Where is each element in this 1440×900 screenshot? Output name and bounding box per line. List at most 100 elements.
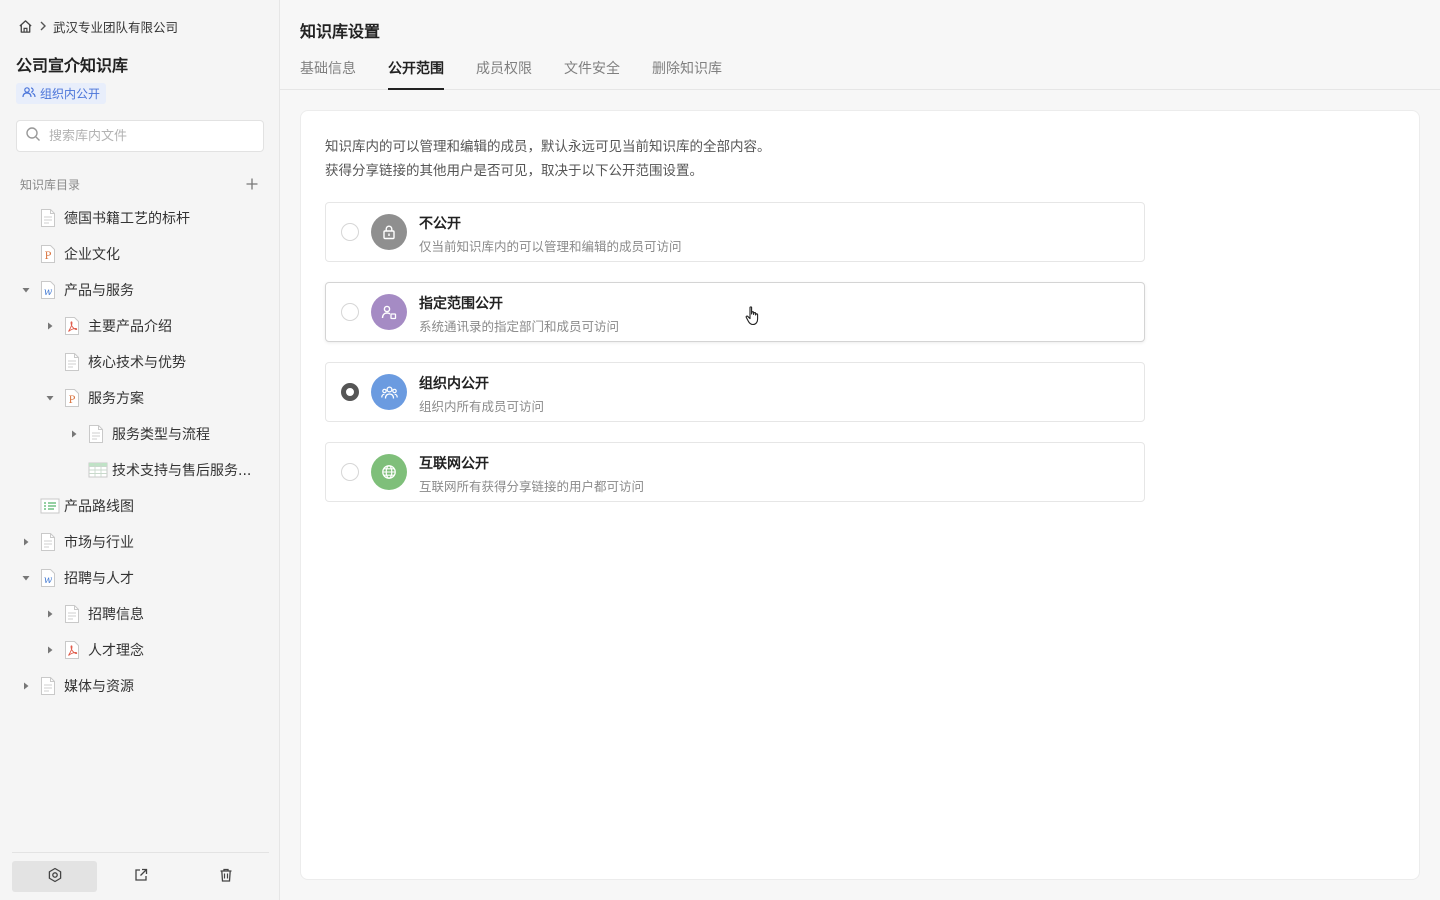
option-specified-range[interactable]: 指定范围公开 系统通讯录的指定部门和成员可访问 <box>325 282 1145 342</box>
caret-right-icon[interactable] <box>20 680 32 692</box>
sidebar-bottom-bar <box>12 852 269 900</box>
caret-right-icon[interactable] <box>20 536 32 548</box>
tree-item[interactable]: 媒体与资源 <box>0 668 279 704</box>
tree-item-label: 市场与行业 <box>64 535 134 551</box>
caret-down-icon[interactable] <box>20 284 32 296</box>
caret-right-icon[interactable] <box>44 320 56 332</box>
tree-item[interactable]: w 产品与服务 <box>0 272 279 308</box>
pdf-icon <box>64 640 82 660</box>
tree-item[interactable]: 招聘信息 <box>0 596 279 632</box>
tree-item-label: 服务类型与流程 <box>112 427 210 443</box>
tree-item-label: 服务方案 <box>88 391 144 407</box>
tree-item[interactable]: 人才理念 <box>0 632 279 668</box>
settings-button[interactable] <box>12 861 97 892</box>
tree-item[interactable]: 产品路线图 <box>0 488 279 524</box>
tree-item[interactable]: 技术支持与售后服务... <box>0 452 279 488</box>
radio-internet-public[interactable] <box>341 463 359 481</box>
description-line: 知识库内的可以管理和编辑的成员，默认永远可见当前知识库的全部内容。 <box>325 139 771 155</box>
trash-button[interactable] <box>183 861 268 892</box>
tree-item-label: 产品与服务 <box>64 283 134 299</box>
option-subtitle: 仅当前知识库内的可以管理和编辑的成员可访问 <box>419 239 682 254</box>
tree-item[interactable]: 服务类型与流程 <box>0 416 279 452</box>
tree-item-label: 企业文化 <box>64 247 120 263</box>
doc-icon <box>64 352 82 372</box>
option-subtitle: 组织内所有成员可访问 <box>419 399 545 414</box>
svg-text:w: w <box>44 287 53 298</box>
hand-cursor-icon <box>745 306 761 330</box>
tab-delete-kb[interactable]: 删除知识库 <box>652 58 722 90</box>
doc-icon <box>40 676 58 696</box>
globe-icon <box>371 454 407 490</box>
option-title: 指定范围公开 <box>419 296 503 312</box>
tree-item[interactable]: 主要产品介绍 <box>0 308 279 344</box>
caret-down-icon[interactable] <box>20 572 32 584</box>
option-subtitle: 互联网所有获得分享链接的用户都可访问 <box>419 479 645 494</box>
tree-item-label: 招聘信息 <box>88 607 144 623</box>
option-title: 互联网公开 <box>419 456 489 472</box>
tree-item-label: 媒体与资源 <box>64 679 134 695</box>
tree-item-label: 招聘与人才 <box>64 571 134 587</box>
lock-icon <box>371 214 407 250</box>
tree-item-label: 主要产品介绍 <box>88 319 172 335</box>
breadcrumb-org[interactable]: 武汉专业团队有限公司 <box>53 17 178 36</box>
option-private[interactable]: 不公开 仅当前知识库内的可以管理和编辑的成员可访问 <box>325 202 1145 262</box>
option-internet-public[interactable]: 互联网公开 互联网所有获得分享链接的用户都可访问 <box>325 442 1145 502</box>
trash-icon <box>218 867 234 887</box>
settings-tabs: 基础信息 公开范围 成员权限 文件安全 删除知识库 <box>280 48 1440 90</box>
tree-item[interactable]: P 企业文化 <box>0 236 279 272</box>
doc-icon <box>40 208 58 228</box>
tab-basic-info[interactable]: 基础信息 <box>300 58 356 90</box>
chevron-right-icon <box>39 21 47 31</box>
option-org-public[interactable]: 组织内公开 组织内所有成员可访问 <box>325 362 1145 422</box>
home-icon[interactable] <box>18 19 33 34</box>
group-icon <box>371 374 407 410</box>
visibility-settings-card: 知识库内的可以管理和编辑的成员，默认永远可见当前知识库的全部内容。 获得分享链接… <box>300 110 1420 880</box>
visibility-badge-label: 组织内公开 <box>40 87 101 101</box>
share-icon <box>133 867 149 887</box>
word-icon: w <box>40 568 58 588</box>
tree-item-label: 技术支持与售后服务... <box>112 463 252 479</box>
caret-right-icon[interactable] <box>68 428 80 440</box>
breadcrumb: 武汉专业团队有限公司 <box>18 16 178 36</box>
share-button[interactable] <box>98 861 183 892</box>
search-input[interactable] <box>49 128 249 144</box>
tree-item[interactable]: 德国书籍工艺的标杆 <box>0 200 279 236</box>
tab-member-permissions[interactable]: 成员权限 <box>476 58 532 90</box>
doc-icon <box>40 532 58 552</box>
tab-file-security[interactable]: 文件安全 <box>564 58 620 90</box>
tree-item[interactable]: 市场与行业 <box>0 524 279 560</box>
svg-text:w: w <box>44 575 53 586</box>
visibility-description: 知识库内的可以管理和编辑的成员，默认永远可见当前知识库的全部内容。 获得分享链接… <box>325 135 771 183</box>
option-title: 组织内公开 <box>419 376 489 392</box>
tree-item[interactable]: w 招聘与人才 <box>0 560 279 596</box>
group-icon <box>22 86 36 101</box>
radio-org-public[interactable] <box>341 383 359 401</box>
radio-specified-range[interactable] <box>341 303 359 321</box>
tree-item-label: 德国书籍工艺的标杆 <box>64 211 190 227</box>
doc-icon <box>64 604 82 624</box>
tree-item-label: 核心技术与优势 <box>88 355 186 371</box>
tree-item-label: 人才理念 <box>88 643 144 659</box>
toc-title: 知识库目录 <box>20 177 81 192</box>
main-panel: 知识库设置 基础信息 公开范围 成员权限 文件安全 删除知识库 知识库内的可以管… <box>280 0 1440 900</box>
tab-visibility[interactable]: 公开范围 <box>388 58 444 90</box>
caret-right-icon[interactable] <box>44 608 56 620</box>
visibility-badge: 组织内公开 <box>16 83 107 104</box>
pdf-icon <box>64 316 82 336</box>
settings-icon <box>47 867 63 887</box>
caret-down-icon[interactable] <box>44 392 56 404</box>
ppt-icon: P <box>40 244 58 264</box>
radio-private[interactable] <box>341 223 359 241</box>
sidebar: 武汉专业团队有限公司 公司宣介知识库 组织内公开 知识库目录 德国书籍工艺的标杆… <box>0 0 280 900</box>
option-title: 不公开 <box>419 216 461 232</box>
tree-item[interactable]: P 服务方案 <box>0 380 279 416</box>
option-subtitle: 系统通讯录的指定部门和成员可访问 <box>419 319 620 334</box>
caret-right-icon[interactable] <box>44 644 56 656</box>
search-icon <box>25 126 41 146</box>
ppt-icon: P <box>64 388 82 408</box>
sheet-icon <box>88 460 108 480</box>
add-icon[interactable] <box>242 174 262 194</box>
svg-text:P: P <box>69 395 76 406</box>
tree-item[interactable]: 核心技术与优势 <box>0 344 279 380</box>
word-icon: w <box>40 280 58 300</box>
